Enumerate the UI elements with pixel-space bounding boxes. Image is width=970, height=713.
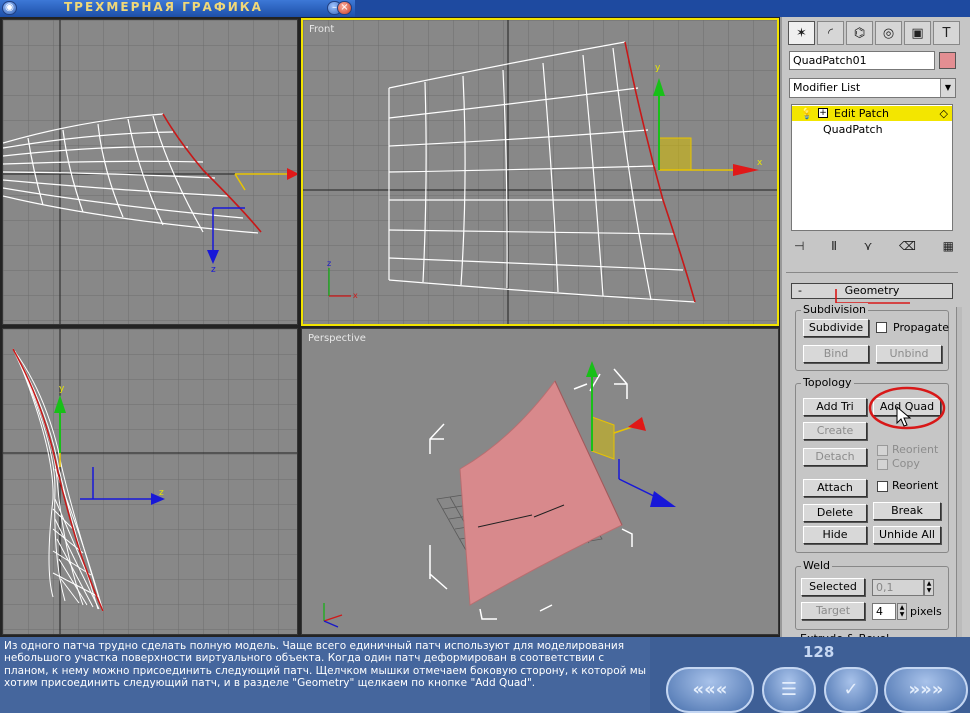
utilities-tab-icon[interactable]: T — [933, 21, 960, 45]
viewport-label-perspective[interactable]: Perspective — [308, 333, 366, 344]
unhide-all-button[interactable]: Unhide All — [873, 526, 941, 544]
check-button[interactable]: ✓ — [824, 667, 878, 713]
viewport-front[interactable]: y x z x Front — [301, 18, 779, 326]
delete-button[interactable]: Delete — [803, 504, 867, 522]
viewport-label-front[interactable]: Front — [309, 24, 334, 35]
viewport-top[interactable]: z — [2, 19, 298, 325]
weld-group: Weld Selected 0,1 ▲ ▼ Target 4 ▲ ▼ pixels — [795, 559, 949, 630]
chevron-down-icon[interactable]: ▼ — [940, 79, 955, 97]
modifier-list-dropdown[interactable]: Modifier List ▼ — [789, 78, 956, 98]
propagate-label: Propagate — [893, 321, 949, 334]
viewport-area: z y x z x Front y z Perspective — [0, 17, 780, 637]
app-menu-icon[interactable]: ◉ — [2, 1, 17, 15]
weld-threshold-spinner[interactable]: 0,1 — [872, 579, 924, 596]
viewport-perspective[interactable]: Perspective — [301, 328, 779, 635]
collapse-icon[interactable]: - — [798, 284, 802, 298]
title-bar-right: – × — [327, 0, 970, 17]
copy-checkbox[interactable] — [877, 459, 888, 470]
app-title: ТРЕХМЕРНАЯ ГРАФИКА — [64, 0, 263, 14]
bind-button[interactable]: Bind — [803, 345, 869, 363]
stack-item-edit-patch[interactable]: 💡 + Edit Patch ◇ — [792, 106, 952, 121]
make-unique-icon[interactable]: ⋎ — [864, 239, 873, 255]
menu-button[interactable]: ☰ — [762, 667, 816, 713]
modifier-list-label: Modifier List — [793, 81, 861, 94]
motion-tab-icon[interactable]: ◎ — [875, 21, 902, 45]
hide-button[interactable]: Hide — [803, 526, 867, 544]
subdivision-group: Subdivision Subdivide Propagate Bind Unb… — [795, 303, 949, 371]
unbind-button[interactable]: Unbind — [876, 345, 942, 363]
expand-icon[interactable]: + — [818, 108, 828, 118]
viewport-left[interactable]: y z — [2, 328, 298, 635]
object-name-field[interactable]: QuadPatch01 — [789, 51, 935, 70]
remove-modifier-icon[interactable]: ⌫ — [899, 239, 916, 255]
target-pixels-arrows[interactable]: ▲ ▼ — [897, 603, 907, 620]
copy-label: Copy — [892, 457, 920, 470]
bottom-bar: Из одного патча трудно сделать полную мо… — [0, 637, 970, 713]
object-color-swatch[interactable] — [939, 52, 956, 69]
detach-button[interactable]: Detach — [803, 448, 867, 466]
attach-button[interactable]: Attach — [803, 479, 867, 497]
selected-weld-button[interactable]: Selected — [801, 578, 865, 596]
left-axis-z-label: z — [159, 488, 164, 498]
title-bar: ◉ ТРЕХМЕРНАЯ ГРАФИКА – × — [0, 0, 970, 17]
front-viewport-wireframe: y x z x — [303, 20, 777, 324]
mouse-cursor-icon — [896, 406, 912, 427]
target-pixels-spinner[interactable]: 4 — [872, 603, 896, 620]
left-axis-y-label: y — [59, 384, 65, 394]
svg-text:z: z — [211, 265, 216, 275]
close-button[interactable]: × — [337, 1, 352, 15]
front-triad-x: x — [353, 291, 358, 300]
page-number: 128 — [803, 643, 835, 661]
front-axis-y-label: y — [655, 63, 661, 73]
diamond-icon: ◇ — [939, 107, 948, 120]
break-button[interactable]: Break — [873, 502, 941, 520]
add-tri-button[interactable]: Add Tri — [803, 398, 867, 416]
target-weld-button[interactable]: Target — [801, 602, 865, 620]
weld-threshold-arrows[interactable]: ▲ ▼ — [924, 579, 934, 596]
pixels-label: pixels — [910, 605, 942, 618]
reorient-label: Reorient — [892, 479, 939, 492]
weld-label: Weld — [801, 559, 833, 572]
create-tab-icon[interactable]: ✶ — [788, 21, 815, 45]
show-end-result-icon[interactable]: Ⅱ — [831, 239, 837, 255]
command-panel: ✶ ◜ ⌬ ◎ ▣ T QuadPatch01 Modifier List ▼ … — [780, 17, 970, 639]
topology-label: Topology — [801, 376, 854, 389]
back-button[interactable]: ««« — [666, 667, 754, 713]
subdivide-button[interactable]: Subdivide — [803, 319, 869, 337]
front-triad-z: z — [327, 259, 331, 268]
left-viewport-wireframe: y z — [3, 329, 297, 634]
display-tab-icon[interactable]: ▣ — [904, 21, 931, 45]
geometry-rollout: - Geometry Subdivision Subdivide Propaga… — [786, 272, 958, 639]
hierarchy-tab-icon[interactable]: ⌬ — [846, 21, 873, 45]
pin-stack-icon[interactable]: ⊣ — [794, 239, 804, 255]
modifier-stack: 💡 + Edit Patch ◇ QuadPatch — [791, 104, 953, 231]
reorient-checkbox[interactable] — [877, 481, 888, 492]
create-button[interactable]: Create — [803, 422, 867, 440]
modify-tab-icon[interactable]: ◜ — [817, 21, 844, 45]
reorient-detach-checkbox[interactable] — [877, 445, 888, 456]
stack-item-edit-patch-label: Edit Patch — [834, 107, 890, 120]
top-viewport-wireframe: z — [3, 20, 297, 324]
stack-item-quadpatch[interactable]: QuadPatch — [823, 123, 883, 137]
lightbulb-icon[interactable]: 💡 — [800, 106, 814, 121]
stack-toolbar: ⊣ Ⅱ ⋎ ⌫ ▦ — [794, 239, 954, 255]
forward-button[interactable]: »»» — [884, 667, 968, 713]
front-axis-x-label: x — [757, 158, 763, 168]
panel-scrollbar[interactable] — [956, 307, 962, 637]
command-panel-tabs: ✶ ◜ ⌬ ◎ ▣ T — [788, 21, 960, 45]
lesson-description: Из одного патча трудно сделать полную мо… — [0, 637, 650, 713]
propagate-checkbox[interactable] — [876, 322, 887, 333]
reorient-detach-label: Reorient — [892, 443, 939, 456]
configure-sets-icon[interactable]: ▦ — [943, 239, 954, 255]
subdivision-label: Subdivision — [801, 303, 869, 316]
perspective-viewport-scene — [302, 329, 778, 634]
